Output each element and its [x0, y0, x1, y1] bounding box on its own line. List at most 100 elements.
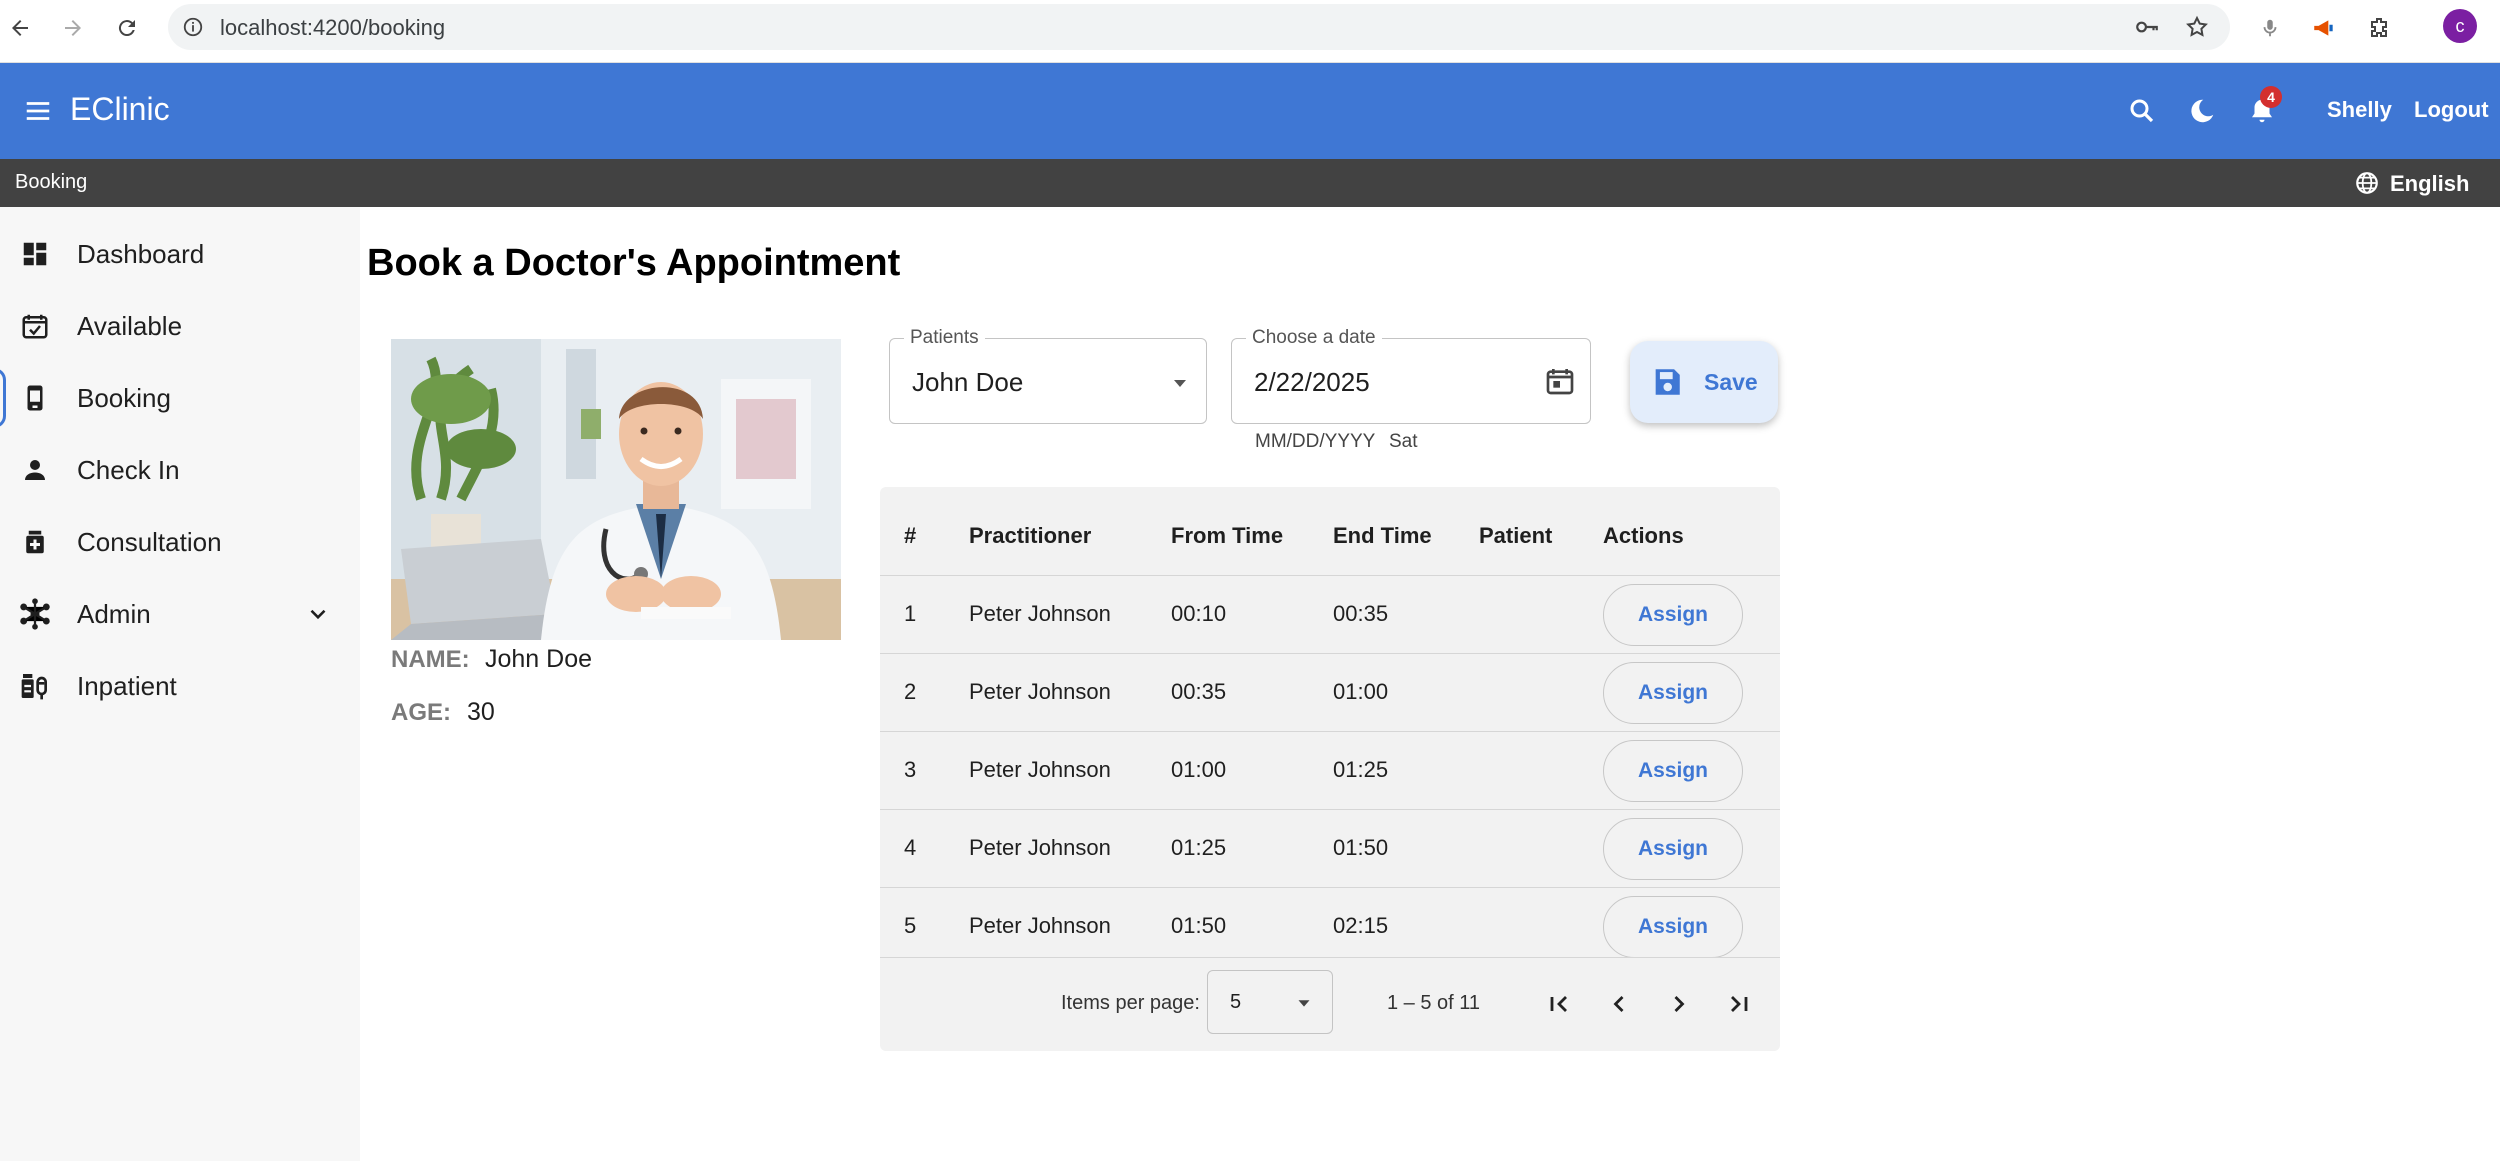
date-value[interactable]: 2/22/2025	[1254, 367, 1370, 398]
row-end-time: 02:15	[1333, 913, 1389, 938]
table-row: 2 Peter Johnson 00:35 01:00 Assign	[880, 653, 1780, 731]
sidebar-item-label: Inpatient	[77, 670, 177, 701]
date-weekday: Sat	[1389, 431, 1418, 452]
save-button[interactable]: Save	[1630, 341, 1778, 423]
profile-avatar[interactable]: c	[2443, 9, 2477, 43]
last-page-icon[interactable]	[1717, 982, 1761, 1026]
save-label: Save	[1704, 369, 1758, 395]
assign-button[interactable]: Assign	[1603, 740, 1743, 802]
patient-age-value: 30	[467, 698, 495, 726]
column-header-from-time: From Time	[1171, 523, 1284, 548]
forward-icon[interactable]	[55, 10, 91, 46]
next-page-icon[interactable]	[1657, 982, 1701, 1026]
row-end-time: 01:50	[1333, 835, 1389, 860]
column-header-patient: Patient	[1479, 523, 1553, 548]
globe-icon[interactable]	[2352, 168, 2382, 198]
row-practitioner: Peter Johnson	[969, 835, 1111, 860]
sidebar: Dashboard Available Booking Check In Con…	[0, 207, 360, 1161]
calendar-icon[interactable]	[1542, 363, 1578, 399]
assign-button[interactable]: Assign	[1603, 896, 1743, 958]
assign-button[interactable]: Assign	[1603, 818, 1743, 880]
table-row: 4 Peter Johnson 01:25 01:50 Assign	[880, 809, 1780, 887]
site-info-icon[interactable]	[180, 14, 206, 40]
dropdown-arrow-icon	[1168, 371, 1192, 395]
column-header-number: #	[904, 523, 917, 548]
sidebar-item-label: Consultation	[77, 526, 222, 557]
reload-icon[interactable]	[109, 10, 145, 46]
mic-icon[interactable]	[2252, 10, 2288, 46]
address-bar[interactable]: localhost:4200/booking	[168, 4, 2230, 50]
column-header-actions: Actions	[1603, 523, 1684, 548]
previous-page-icon[interactable]	[1597, 982, 1641, 1026]
dark-mode-icon[interactable]	[2182, 91, 2222, 131]
items-per-page-select[interactable]: 5	[1207, 970, 1333, 1034]
inpatient-icon	[16, 667, 54, 705]
items-per-page-label: Items per page:	[1061, 992, 1200, 1014]
back-icon[interactable]	[2, 10, 38, 46]
row-number: 1	[904, 601, 917, 626]
table-row: 3 Peter Johnson 01:00 01:25 Assign	[880, 731, 1780, 809]
sub-toolbar: Booking English	[0, 159, 2500, 207]
sidebar-item-booking[interactable]: Booking	[0, 366, 360, 430]
sidebar-item-dashboard[interactable]: Dashboard	[0, 222, 360, 286]
doctor-photo	[391, 339, 841, 640]
url-text[interactable]: localhost:4200/booking	[220, 15, 445, 41]
row-from-time: 00:35	[1171, 679, 1227, 704]
key-icon[interactable]	[2134, 14, 2160, 40]
table-row: 5 Peter Johnson 01:50 02:15 Assign	[880, 887, 1780, 965]
dashboard-icon	[16, 235, 54, 273]
extensions-icon[interactable]	[2361, 10, 2397, 46]
date-label: Choose a date	[1246, 327, 1382, 349]
patient-name-label: NAME:	[391, 646, 470, 673]
app-toolbar: EClinic	[0, 63, 2500, 159]
column-header-end-time: End Time	[1333, 523, 1432, 548]
page-title: Book a Doctor's Appointment	[367, 242, 901, 284]
browser-toolbar: localhost:4200/booking c	[0, 0, 2500, 63]
page-range: 1 – 5 of 11	[1387, 992, 1481, 1014]
first-page-icon[interactable]	[1537, 982, 1581, 1026]
chevron-down-icon[interactable]	[300, 596, 336, 632]
logout-link[interactable]: Logout	[2414, 97, 2489, 123]
sidebar-item-label: Booking	[77, 382, 171, 413]
row-end-time: 01:25	[1333, 757, 1389, 782]
star-icon[interactable]	[2184, 14, 2210, 40]
row-practitioner: Peter Johnson	[969, 679, 1111, 704]
date-input[interactable]: Choose a date 2/22/2025	[1231, 327, 1591, 424]
row-number: 2	[904, 679, 917, 704]
breadcrumb: Booking	[15, 171, 88, 193]
row-number: 3	[904, 757, 917, 782]
patients-value: John Doe	[912, 367, 1024, 397]
sidebar-item-admin[interactable]: Admin	[0, 582, 360, 646]
user-name[interactable]: Shelly	[2327, 97, 2392, 123]
hub-icon	[16, 595, 54, 633]
sidebar-item-inpatient[interactable]: Inpatient	[0, 654, 360, 718]
language-selector[interactable]: English	[2390, 171, 2469, 197]
sidebar-item-available[interactable]: Available	[0, 294, 360, 358]
row-practitioner: Peter Johnson	[969, 913, 1111, 938]
assign-button[interactable]: Assign	[1603, 584, 1743, 646]
megaphone-icon[interactable]	[2306, 10, 2342, 46]
slots-table: # Practitioner From Time End Time Patien…	[880, 487, 1780, 1051]
save-icon	[1648, 363, 1686, 401]
sidebar-item-label: Dashboard	[77, 238, 205, 269]
active-indicator	[0, 368, 6, 428]
date-format-hint: MM/DD/YYYY	[1255, 431, 1376, 452]
row-number: 4	[904, 835, 917, 860]
row-from-time: 01:00	[1171, 757, 1227, 782]
person-icon	[16, 451, 54, 489]
sidebar-item-check-in[interactable]: Check In	[0, 438, 360, 502]
calendar-check-icon	[16, 307, 54, 345]
sidebar-item-consultation[interactable]: Consultation	[0, 510, 360, 574]
row-from-time: 01:50	[1171, 913, 1227, 938]
paginator: Items per page: 5 1 – 5 of 11	[880, 957, 1780, 1051]
sidebar-item-label: Available	[77, 310, 183, 341]
items-per-page-value: 5	[1230, 991, 1242, 1013]
dropdown-arrow-icon	[1292, 991, 1316, 1015]
column-header-practitioner: Practitioner	[969, 523, 1092, 548]
assign-button[interactable]: Assign	[1603, 662, 1743, 724]
menu-icon[interactable]	[18, 91, 58, 131]
row-practitioner: Peter Johnson	[969, 601, 1111, 626]
row-practitioner: Peter Johnson	[969, 757, 1111, 782]
patients-select[interactable]: Patients John Doe	[889, 327, 1207, 424]
search-icon[interactable]	[2122, 91, 2162, 131]
